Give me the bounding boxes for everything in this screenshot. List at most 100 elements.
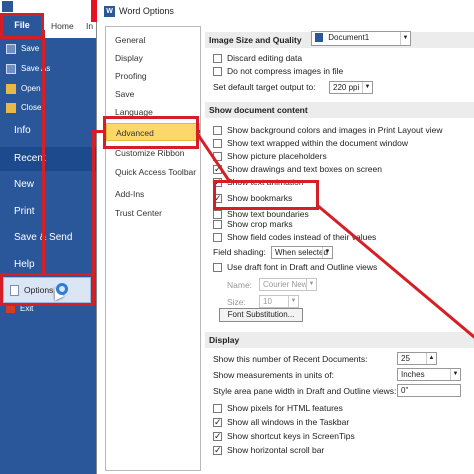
word-icon: W (104, 5, 115, 17)
no-compress-row[interactable]: Do not compress images in file (213, 65, 343, 78)
show-text-wrapped-checkbox[interactable] (213, 139, 222, 148)
click-ring-icon (56, 283, 68, 295)
show-doc-row[interactable]: Show bookmarks (213, 192, 292, 205)
document-icon (315, 33, 323, 43)
backstage-save[interactable]: Save (6, 40, 39, 58)
home-tab[interactable]: Home (51, 17, 74, 36)
show-crop-marks-checkbox[interactable] (213, 220, 222, 229)
show-doc-row[interactable]: Show drawings and text boxes on screen (213, 163, 382, 176)
document-select[interactable]: Document1 ▼ (311, 31, 411, 46)
options-doc-icon (10, 284, 19, 296)
field-shading-row: Field shading: (213, 246, 266, 259)
show-pixels-checkbox[interactable] (213, 404, 222, 413)
discard-editing-checkbox[interactable] (213, 54, 222, 63)
backstage-save-send[interactable]: Save & Send (14, 229, 72, 247)
backstage-pane: File Home In Save Save As Open Close Inf… (0, 0, 96, 474)
backstage-save-as[interactable]: Save As (6, 60, 50, 78)
show-text-animation-checkbox[interactable] (213, 176, 222, 189)
backstage-print[interactable]: Print (14, 203, 35, 221)
show-drawings-label: Show drawings and text boxes on screen (227, 164, 382, 174)
image-quality-title: Image Size and Quality (209, 35, 302, 45)
nav-quick-access-toolbar[interactable]: Quick Access Toolbar (106, 163, 200, 181)
draft-font-checkbox[interactable] (213, 263, 222, 272)
show-doc-row[interactable]: Show text wrapped within the document wi… (213, 137, 408, 150)
backstage-exit-label: Exit (20, 304, 34, 313)
chevron-down-icon: ▼ (322, 247, 332, 258)
font-size-select[interactable]: 10 ▼ (259, 295, 299, 308)
close-folder-icon (6, 103, 16, 113)
show-doc-title: Show document content (209, 105, 308, 115)
show-picture-placeholders-checkbox[interactable] (213, 152, 222, 161)
show-horizontal-scroll-checkbox[interactable] (213, 444, 222, 457)
default-output-select[interactable]: 220 ppi ▼ (329, 81, 373, 94)
recent-docs-spinner[interactable]: 25 ▲ (397, 352, 437, 365)
nav-customize-ribbon[interactable]: Customize Ribbon (106, 144, 200, 162)
nav-language[interactable]: Language (106, 103, 200, 121)
show-taskbar-checkbox[interactable] (213, 416, 222, 429)
show-doc-header: Show document content (205, 102, 474, 118)
show-doc-row[interactable]: Show text animation (213, 176, 304, 189)
display-row[interactable]: Show all windows in the Taskbar (213, 416, 349, 429)
backstage-new[interactable]: New (14, 176, 34, 194)
display-title: Display (209, 335, 240, 345)
show-doc-row[interactable]: Show background colors and images in Pri… (213, 124, 442, 137)
field-shading-label: Field shading: (213, 247, 266, 257)
show-text-animation-label: Show text animation (227, 177, 304, 187)
show-pixels-label: Show pixels for HTML features (227, 403, 343, 413)
show-doc-row[interactable]: Show field codes instead of their values (213, 231, 376, 244)
font-name-label: Name: (227, 280, 253, 290)
nav-advanced[interactable]: Advanced (106, 123, 200, 141)
backstage-help[interactable]: Help (14, 256, 35, 274)
backstage-close-label: Close (21, 103, 42, 112)
discard-editing-row[interactable]: Discard editing data (213, 52, 302, 65)
units-label: Show measurements in units of: (213, 370, 334, 380)
no-compress-label: Do not compress images in file (227, 66, 344, 76)
spinner-arrows-icon[interactable]: ▲ (426, 353, 436, 364)
recent-docs-label: Show this number of Recent Documents: (213, 354, 368, 364)
backstage-open[interactable]: Open (6, 80, 41, 98)
show-bookmarks-checkbox[interactable] (213, 192, 222, 205)
draft-font-label: Use draft font in Draft and Outline view… (227, 262, 378, 272)
units-value: Inches (401, 370, 425, 379)
show-field-codes-checkbox[interactable] (213, 233, 222, 242)
field-shading-select[interactable]: When selected ▼ (271, 246, 333, 259)
nav-save[interactable]: Save (106, 85, 200, 103)
nav-trust-center[interactable]: Trust Center (106, 204, 200, 222)
no-compress-checkbox[interactable] (213, 67, 222, 76)
field-shading-value: When selected (275, 248, 328, 257)
font-name-select[interactable]: Courier New ▼ (259, 278, 317, 291)
style-width-label: Style area pane width in Draft and Outli… (213, 386, 397, 396)
backstage-exit[interactable]: Exit (6, 304, 33, 313)
discard-editing-label: Discard editing data (227, 53, 303, 63)
show-shortcut-keys-checkbox[interactable] (213, 430, 222, 443)
display-header: Display (205, 332, 474, 348)
backstage-save-as-label: Save As (21, 64, 51, 73)
backstage-info[interactable]: Info (14, 122, 31, 140)
font-name-value: Courier New (263, 280, 308, 289)
font-substitution-button[interactable]: Font Substitution... (219, 308, 303, 322)
backstage-close[interactable]: Close (6, 99, 41, 117)
show-text-wrapped-label: Show text wrapped within the document wi… (227, 138, 408, 148)
show-background-checkbox[interactable] (213, 126, 222, 135)
display-row[interactable]: Show pixels for HTML features (213, 402, 343, 415)
nav-add-ins[interactable]: Add-Ins (106, 185, 200, 203)
units-select[interactable]: Inches ▼ (397, 368, 461, 381)
show-doc-row[interactable]: Show picture placeholders (213, 150, 327, 163)
word-options-dialog: W Word Options General Display Proofing … (91, 0, 474, 474)
display-row[interactable]: Show shortcut keys in ScreenTips (213, 430, 355, 443)
nav-proofing[interactable]: Proofing (106, 67, 200, 85)
nav-display[interactable]: Display (106, 49, 200, 67)
draft-font-row[interactable]: Use draft font in Draft and Outline view… (213, 261, 377, 274)
save-as-icon (6, 64, 16, 74)
show-taskbar-label: Show all windows in the Taskbar (227, 417, 350, 427)
backstage-options[interactable]: Options (3, 277, 91, 303)
exit-icon (6, 304, 15, 313)
nav-general[interactable]: General (106, 31, 200, 49)
show-drawings-checkbox[interactable] (213, 163, 222, 176)
display-row[interactable]: Show horizontal scroll bar (213, 444, 324, 457)
backstage-recent[interactable]: Recent (14, 150, 46, 168)
show-horizontal-scroll-label: Show horizontal scroll bar (227, 445, 325, 455)
style-width-input[interactable]: 0" (397, 384, 461, 397)
file-tab[interactable]: File (2, 14, 42, 37)
show-doc-row[interactable]: Show crop marks (213, 218, 293, 231)
